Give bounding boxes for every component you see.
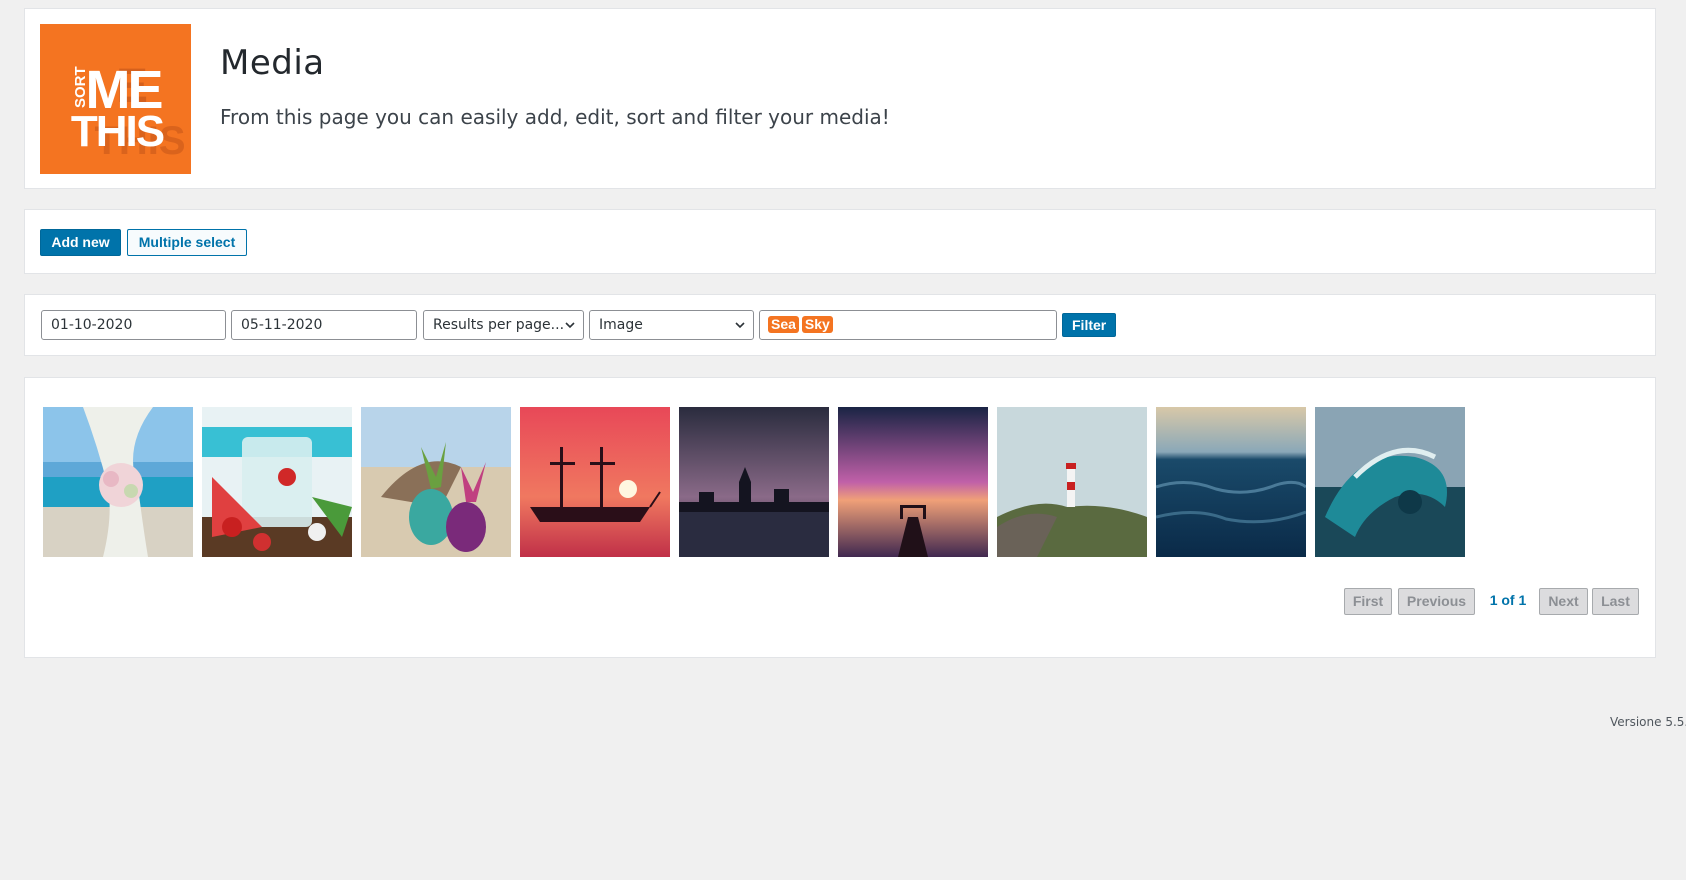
svg-text:SORT: SORT (72, 66, 89, 108)
media-type-select[interactable]: Image (589, 310, 754, 340)
media-thumbnail[interactable] (1315, 407, 1465, 557)
chevron-down-icon (565, 322, 575, 329)
tag-sea[interactable]: Sea (768, 315, 799, 333)
date-from-input[interactable]: 01-10-2020 (41, 310, 226, 340)
results-per-page-select[interactable]: Results per page... (423, 310, 584, 340)
filter-button[interactable]: Filter (1062, 313, 1116, 337)
pagination-info: 1 of 1 (1489, 592, 1527, 608)
pagination-previous-button[interactable]: Previous (1398, 588, 1475, 615)
media-type-value: Image (599, 317, 643, 333)
version-label: Versione 5.5.3 (1610, 715, 1686, 729)
pagination-last-button[interactable]: Last (1592, 588, 1639, 615)
media-thumbnail[interactable] (838, 407, 988, 557)
media-thumbnail[interactable] (202, 407, 352, 557)
media-thumbnail[interactable] (679, 407, 829, 557)
page-title: Media (220, 43, 325, 83)
media-thumbnail[interactable] (520, 407, 670, 557)
svg-text:THIS: THIS (71, 107, 164, 156)
media-thumbnail[interactable] (43, 407, 193, 557)
filter-panel: 01-10-2020 05-11-2020 Results per page..… (24, 294, 1656, 356)
gallery-panel: First Previous 1 of 1 Next Last (24, 377, 1656, 658)
media-thumbnail[interactable] (361, 407, 511, 557)
date-from-value: 01-10-2020 (51, 317, 133, 333)
date-to-input[interactable]: 05-11-2020 (231, 310, 417, 340)
media-thumbnail[interactable] (997, 407, 1147, 557)
sort-me-this-logo: E THIS ME THIS SORT (40, 24, 191, 174)
actions-panel: Add new Multiple select (24, 209, 1656, 274)
date-to-value: 05-11-2020 (241, 317, 323, 333)
page-subtitle: From this page you can easily add, edit,… (220, 105, 890, 129)
tags-input[interactable]: Sea Sky (759, 310, 1057, 340)
header-panel: E THIS ME THIS SORT Media From this page… (24, 8, 1656, 189)
add-new-button[interactable]: Add new (40, 229, 121, 256)
results-per-page-value: Results per page... (433, 317, 565, 333)
chevron-down-icon (735, 322, 745, 329)
multiple-select-button[interactable]: Multiple select (127, 229, 247, 256)
media-thumbnail[interactable] (1156, 407, 1306, 557)
pagination-next-button[interactable]: Next (1539, 588, 1588, 615)
tag-sky[interactable]: Sky (801, 315, 833, 333)
pagination-first-button[interactable]: First (1344, 588, 1392, 615)
